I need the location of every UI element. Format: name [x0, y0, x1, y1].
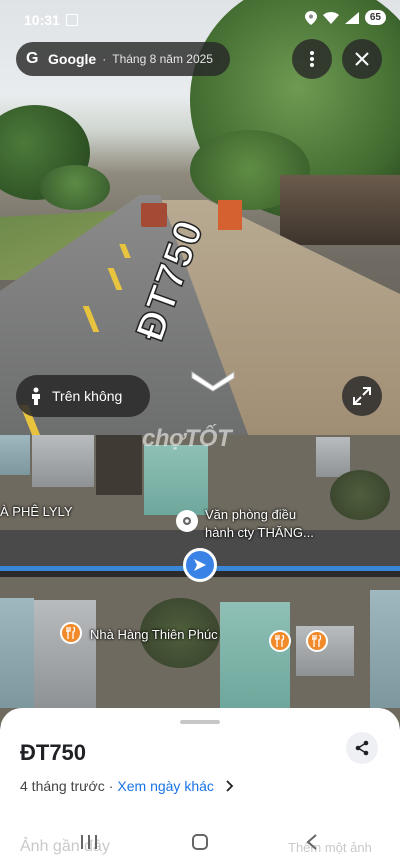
tree: [330, 470, 390, 520]
imagery-date-chip[interactable]: G Google · Tháng 8 năm 2025: [16, 42, 230, 76]
restaurant-pin[interactable]: [306, 630, 328, 652]
truck: [141, 203, 167, 227]
poi-label-restaurant[interactable]: Nhà Hàng Thiên Phúc: [90, 627, 218, 643]
bush-left: [40, 165, 110, 210]
poi-label-office-line1[interactable]: Văn phòng điều: [205, 507, 296, 523]
current-position-marker[interactable]: [183, 548, 217, 582]
battery-level: 65: [364, 10, 386, 25]
shop-sign: [218, 200, 242, 230]
building: [316, 437, 350, 477]
status-bar: 10:31 65: [0, 0, 400, 36]
home-icon[interactable]: [192, 834, 208, 850]
poi-label-cafe[interactable]: À PHÊ LYLY: [0, 504, 73, 520]
drag-handle[interactable]: [180, 720, 220, 724]
signal-icon: [344, 11, 359, 24]
imagery-meta: 4 tháng trước · Xem ngày khác: [20, 778, 234, 794]
office-pin[interactable]: [176, 510, 198, 532]
building: [0, 435, 30, 475]
fullscreen-button[interactable]: [342, 376, 382, 416]
chevron-right-icon[interactable]: [224, 780, 234, 792]
watermark: chợTỐT: [142, 425, 232, 452]
more-options-button[interactable]: [292, 39, 332, 79]
screenshot-icon: [66, 14, 78, 26]
share-button[interactable]: [346, 732, 378, 764]
fork-knife-icon: [275, 635, 285, 647]
location-icon: [304, 10, 317, 25]
imagery-date: Tháng 8 năm 2025: [112, 52, 213, 66]
expand-icon: [353, 387, 371, 405]
navigation-arrow-icon: [194, 559, 206, 571]
see-other-dates-link[interactable]: Xem ngày khác: [117, 778, 214, 794]
close-button[interactable]: [342, 39, 382, 79]
building: [0, 598, 34, 708]
aerial-view-label: Trên không: [52, 388, 123, 404]
status-icons: 65: [304, 10, 386, 25]
imagery-age: 4 tháng trước: [20, 778, 105, 794]
status-time: 10:31: [24, 12, 60, 28]
separator: ·: [102, 52, 107, 66]
poi-label-office-line2[interactable]: hành cty THĂNG...: [205, 525, 314, 541]
share-icon: [355, 740, 369, 756]
fork-knife-icon: [66, 627, 76, 639]
google-g-icon: G: [26, 50, 39, 67]
pegman-icon: [32, 387, 40, 405]
building: [32, 435, 94, 487]
building: [370, 590, 400, 708]
back-icon[interactable]: [306, 834, 318, 850]
restaurant-pin[interactable]: [60, 622, 82, 644]
aerial-view-button[interactable]: Trên không: [16, 375, 150, 417]
meta-separator: ·: [108, 778, 114, 794]
building: [34, 600, 96, 708]
fork-knife-icon: [312, 635, 322, 647]
building: [220, 602, 290, 708]
building: [96, 435, 142, 495]
place-title: ĐT750: [20, 740, 87, 765]
roadside-shop: [280, 175, 400, 245]
restaurant-pin[interactable]: [269, 630, 291, 652]
wifi-icon: [322, 11, 339, 24]
close-icon: [355, 52, 369, 66]
more-vert-icon: [310, 51, 314, 67]
location-pin-icon: [183, 517, 191, 525]
move-forward-arrow-icon[interactable]: [190, 368, 236, 392]
recent-apps-icon[interactable]: [80, 834, 98, 850]
system-nav-bar: [0, 822, 400, 867]
brand-label: Google: [48, 51, 97, 67]
building: [144, 445, 208, 515]
